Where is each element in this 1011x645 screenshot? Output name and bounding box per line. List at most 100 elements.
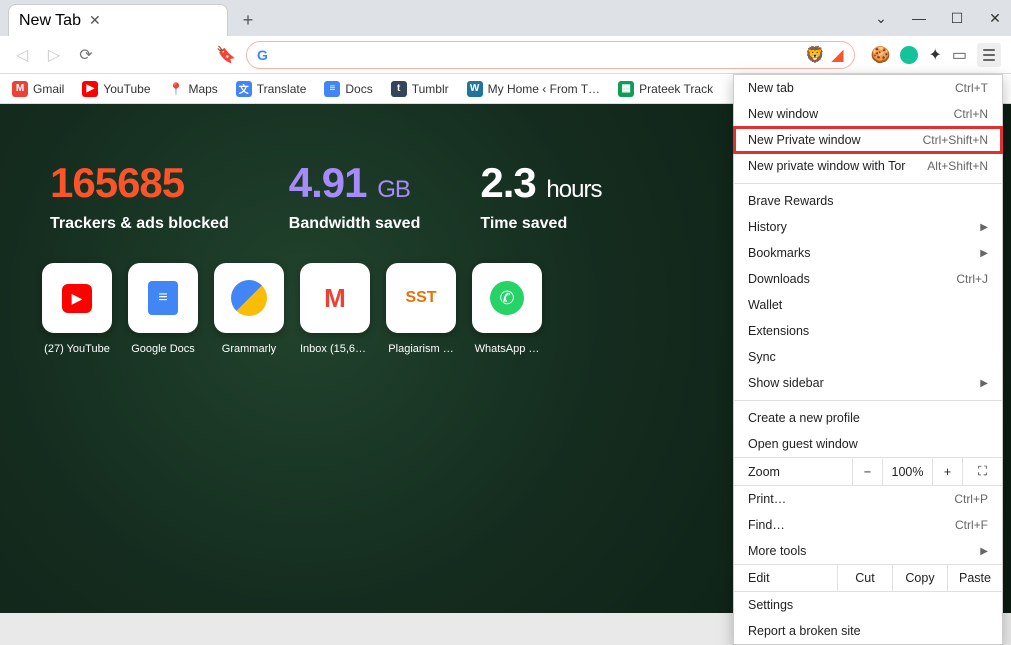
stat-bandwidth: 4.91 GB Bandwidth saved	[289, 159, 421, 233]
bookmark-label: Docs	[345, 82, 372, 96]
wordpress-icon: W	[467, 81, 483, 97]
bookmark-page-icon[interactable]: 🔖	[214, 43, 238, 67]
menu-create-profile[interactable]: Create a new profile	[734, 405, 1002, 431]
copy-button[interactable]: Copy	[892, 565, 947, 591]
zoom-out-button[interactable]: −	[852, 459, 882, 485]
menu-brave-rewards[interactable]: Brave Rewards	[734, 188, 1002, 214]
brave-logo-icon[interactable]: ◢	[831, 45, 843, 65]
extensions-puzzle-icon[interactable]: ✦	[928, 45, 941, 65]
chevron-right-icon: ▶	[980, 248, 988, 259]
tile-label: Inbox (15,666)	[300, 343, 370, 355]
sst-icon: SST	[405, 289, 436, 307]
menu-new-tor-window[interactable]: New private window with TorAlt+Shift+N	[734, 153, 1002, 179]
main-menu-button[interactable]	[977, 43, 1001, 67]
new-tab-button[interactable]: +	[234, 6, 262, 34]
brave-shield-icon[interactable]: 🦁	[805, 45, 825, 65]
tab-title: New Tab	[19, 12, 81, 30]
url-bar[interactable]: G 🦁 ◢	[246, 41, 855, 69]
menu-downloads[interactable]: DownloadsCtrl+J	[734, 266, 1002, 292]
menu-new-private-window[interactable]: New Private windowCtrl+Shift+N	[734, 127, 1002, 153]
fullscreen-button[interactable]: ⛶	[962, 458, 1002, 485]
menu-bookmarks[interactable]: Bookmarks▶	[734, 240, 1002, 266]
paste-button[interactable]: Paste	[947, 565, 1002, 591]
wallet-icon[interactable]: ▭	[952, 45, 967, 65]
forward-button[interactable]: ▷	[42, 43, 66, 67]
grammarly-icon	[231, 280, 267, 316]
tile-label: Google Docs	[128, 343, 198, 355]
maps-icon: 📍	[169, 82, 184, 96]
bookmark-label: Translate	[257, 82, 307, 96]
cookie-ext-icon[interactable]: 🍪	[871, 45, 891, 65]
toolbar: ◁ ▷ ⟳ 🔖 G 🦁 ◢ 🍪 ✦ ▭	[0, 36, 1011, 74]
chevron-down-icon[interactable]: ⌄	[871, 10, 891, 27]
bookmark-label: Tumblr	[412, 82, 449, 96]
bookmark-translate[interactable]: 文 Translate	[236, 81, 307, 97]
chevron-right-icon: ▶	[980, 222, 988, 233]
bookmark-docs[interactable]: ≡ Docs	[324, 81, 372, 97]
menu-extensions[interactable]: Extensions	[734, 318, 1002, 344]
bookmark-sheets[interactable]: ▦ Prateek Track	[618, 81, 713, 97]
bookmark-maps[interactable]: 📍 Maps	[169, 82, 218, 96]
bookmark-tumblr[interactable]: t Tumblr	[391, 81, 449, 97]
chevron-right-icon: ▶	[980, 546, 988, 557]
bookmark-label: Prateek Track	[639, 82, 713, 96]
bookmark-label: Maps	[188, 82, 217, 96]
menu-settings[interactable]: Settings	[734, 592, 1002, 618]
main-menu-dropdown: New tabCtrl+T New windowCtrl+N New Priva…	[733, 74, 1003, 645]
docs-icon: ≡	[324, 81, 340, 97]
cut-button[interactable]: Cut	[837, 565, 892, 591]
menu-more-tools[interactable]: More tools▶	[734, 538, 1002, 564]
menu-new-window[interactable]: New windowCtrl+N	[734, 101, 1002, 127]
tumblr-icon: t	[391, 81, 407, 97]
close-tab-icon[interactable]: ✕	[89, 12, 101, 29]
translate-icon: 文	[236, 81, 252, 97]
bookmark-gmail[interactable]: M Gmail	[12, 81, 64, 97]
zoom-label: Zoom	[734, 459, 852, 485]
stat-label: Trackers & ads blocked	[50, 215, 229, 233]
extension-icons: 🍪 ✦ ▭	[871, 43, 1001, 67]
tile-plagiarism[interactable]: SST Plagiarism …	[386, 263, 456, 355]
menu-find[interactable]: Find…Ctrl+F	[734, 512, 1002, 538]
tile-label: Grammarly	[214, 343, 284, 355]
menu-history[interactable]: History▶	[734, 214, 1002, 240]
bookmark-label: Gmail	[33, 82, 64, 96]
menu-guest-window[interactable]: Open guest window	[734, 431, 1002, 457]
tile-youtube[interactable]: ▶ (27) YouTube	[42, 263, 112, 355]
bookmark-label: YouTube	[103, 82, 150, 96]
zoom-in-button[interactable]: +	[932, 459, 962, 485]
menu-wallet[interactable]: Wallet	[734, 292, 1002, 318]
stat-trackers: 165685 Trackers & ads blocked	[50, 159, 229, 233]
grammarly-ext-icon[interactable]	[900, 46, 918, 64]
reload-button[interactable]: ⟳	[74, 43, 98, 67]
menu-show-sidebar[interactable]: Show sidebar▶	[734, 370, 1002, 396]
menu-sync[interactable]: Sync	[734, 344, 1002, 370]
bookmark-wordpress[interactable]: W My Home ‹ From T…	[467, 81, 600, 97]
google-icon: G	[257, 47, 268, 63]
youtube-icon: ▶	[82, 81, 98, 97]
menu-report-broken-site[interactable]: Report a broken site	[734, 618, 1002, 644]
stat-label: Bandwidth saved	[289, 215, 421, 233]
tile-label: Plagiarism …	[386, 343, 456, 355]
menu-separator	[734, 400, 1002, 401]
tile-gmail[interactable]: M Inbox (15,666)	[300, 263, 370, 355]
close-window-button[interactable]: ✕	[985, 10, 1005, 27]
window-controls: ⌄ — ☐ ✕	[871, 0, 1005, 36]
menu-print[interactable]: Print…Ctrl+P	[734, 486, 1002, 512]
stat-value: 2.3 hours	[480, 159, 601, 207]
zoom-value: 100%	[882, 459, 932, 485]
bookmark-youtube[interactable]: ▶ YouTube	[82, 81, 150, 97]
browser-tab[interactable]: New Tab ✕	[8, 4, 228, 36]
url-input[interactable]	[276, 47, 797, 62]
whatsapp-icon: ✆	[490, 281, 524, 315]
edit-label: Edit	[734, 565, 837, 591]
minimize-button[interactable]: —	[909, 10, 929, 26]
bookmark-label: My Home ‹ From T…	[488, 82, 600, 96]
menu-new-tab[interactable]: New tabCtrl+T	[734, 75, 1002, 101]
tile-grammarly[interactable]: Grammarly	[214, 263, 284, 355]
maximize-button[interactable]: ☐	[947, 10, 967, 27]
sheets-icon: ▦	[618, 81, 634, 97]
back-button[interactable]: ◁	[10, 43, 34, 67]
tile-whatsapp[interactable]: ✆ WhatsApp …	[472, 263, 542, 355]
tile-docs[interactable]: ≡ Google Docs	[128, 263, 198, 355]
docs-icon: ≡	[148, 281, 177, 315]
